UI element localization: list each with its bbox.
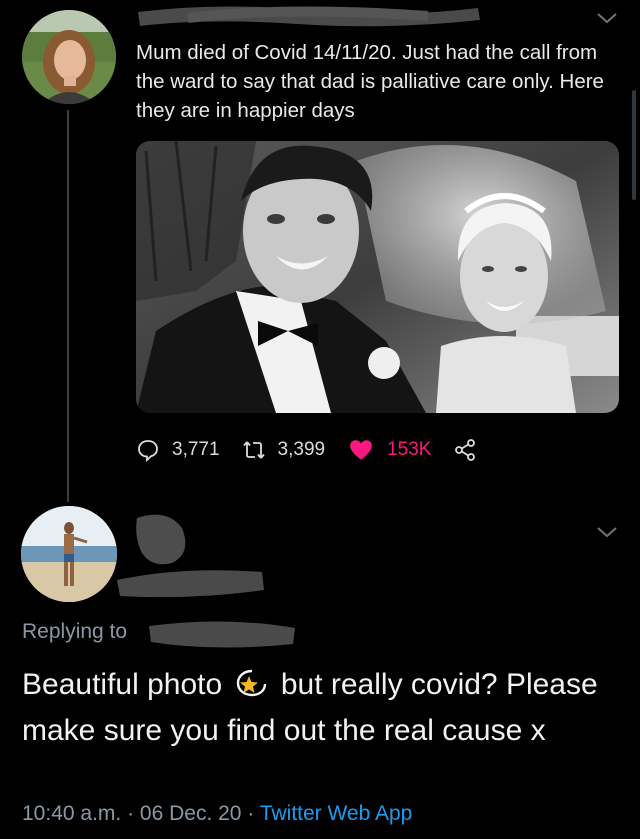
profile-avatar-icon (22, 10, 116, 104)
like-count: 153K (387, 439, 432, 460)
reply-text: Beautiful photo but really covid? Please… (22, 662, 627, 754)
profile-avatar-beach-icon (21, 506, 117, 602)
tweet-text: Mum died of Covid 14/11/20. Just had the… (136, 41, 604, 122)
scrollbar-thumb[interactable] (632, 90, 636, 200)
redacted-replying-handle (149, 621, 295, 648)
reply-text-part-1: Beautiful photo (22, 668, 231, 701)
tweet-action-bar: 3,771 3,399 153K (136, 430, 499, 470)
replying-to-label: Replying to (22, 620, 128, 643)
retweet-count: 3,399 (277, 439, 326, 460)
like-button[interactable]: 153K (347, 437, 431, 463)
redacted-reply-author (117, 514, 264, 598)
reply-metadata: 10:40 a.m. · 06 Dec. 20 · Twitter Web Ap… (22, 802, 412, 826)
redacted-author-name (138, 6, 480, 27)
thread-connector-line (67, 110, 69, 502)
retweet-icon (242, 441, 265, 459)
heart-icon (350, 440, 372, 460)
reply-bubble-icon (138, 440, 158, 462)
share-nodes-icon (455, 439, 476, 461)
reply-button[interactable]: 3,771 (136, 438, 220, 462)
reply-date: 06 Dec. 20 (139, 802, 242, 825)
share-button[interactable] (453, 438, 477, 462)
reply-author-avatar[interactable] (21, 506, 117, 602)
reply-time: 10:40 a.m. (22, 802, 122, 825)
retweet-button[interactable]: 3,399 (242, 438, 326, 462)
meta-separator: · (127, 802, 135, 825)
wedding-photo-bw-icon (136, 141, 619, 413)
tweet-author-avatar[interactable] (22, 10, 116, 104)
meta-separator: · (247, 802, 255, 825)
dizzy-star-emoji-icon (236, 669, 266, 697)
reply-count: 3,771 (172, 439, 220, 460)
tweet-more-options-icon[interactable] (596, 11, 618, 25)
tweet-photo[interactable] (136, 141, 619, 413)
reply-more-options-icon[interactable] (596, 525, 618, 539)
reply-source-link[interactable]: Twitter Web App (260, 802, 413, 825)
replying-to-line: Replying to (22, 620, 127, 644)
